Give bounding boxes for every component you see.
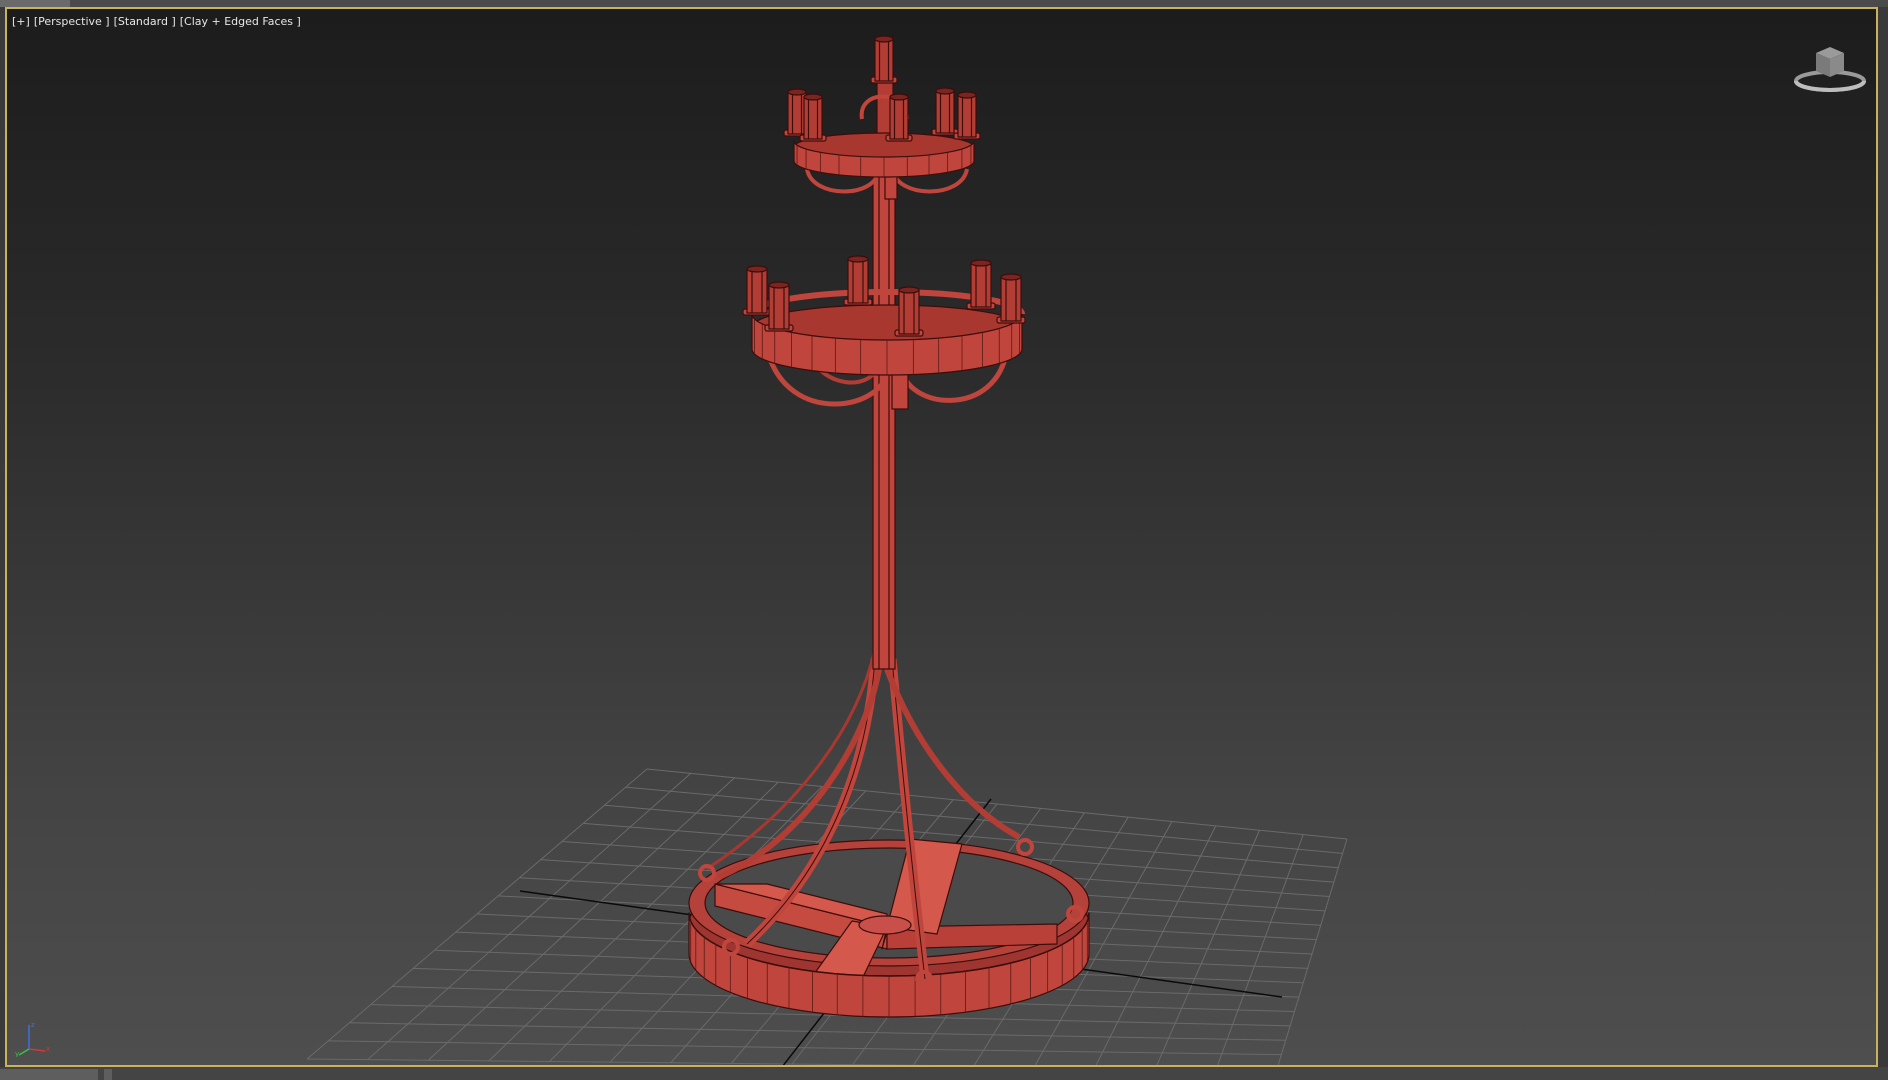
bottom-bar (0, 1067, 1888, 1080)
candle[interactable] (768, 284, 790, 330)
svg-text:x: x (46, 1045, 50, 1053)
candle[interactable] (803, 96, 823, 140)
candle[interactable] (847, 258, 869, 304)
candle[interactable] (787, 91, 807, 135)
perspective-viewport[interactable]: [+] [Perspective ] [Standard ] [Clay + Edge… (5, 7, 1878, 1067)
viewport-menu-plus[interactable]: [+] (12, 15, 30, 28)
candle[interactable] (746, 268, 768, 314)
bottom-tab[interactable] (0, 1069, 98, 1080)
candle[interactable] (957, 94, 977, 138)
viewport-display-mode-label[interactable]: [Clay + Edged Faces ] (180, 15, 301, 28)
top-tab[interactable] (0, 0, 70, 7)
svg-text:y: y (15, 1050, 19, 1057)
bottom-tab-small[interactable] (104, 1069, 112, 1080)
candle[interactable] (935, 90, 955, 134)
axis-tripod-icon: z x y (15, 1021, 50, 1057)
scene-canvas[interactable] (7, 9, 1878, 1067)
chandelier-model (688, 35, 1090, 1018)
viewcube-icon[interactable] (1792, 37, 1868, 97)
candle[interactable] (889, 96, 909, 140)
candle[interactable] (970, 262, 992, 308)
candle[interactable] (898, 289, 920, 335)
candle[interactable] (1000, 276, 1022, 322)
viewport-view-label[interactable]: [Perspective ] (34, 15, 110, 28)
viewport-label: [+] [Perspective ] [Standard ] [Clay + Edge… (12, 15, 305, 29)
candle[interactable] (874, 38, 894, 82)
svg-text:z: z (31, 1021, 35, 1029)
viewport-shading-preset-label[interactable]: [Standard ] (114, 15, 176, 28)
top-bar (0, 0, 1888, 7)
